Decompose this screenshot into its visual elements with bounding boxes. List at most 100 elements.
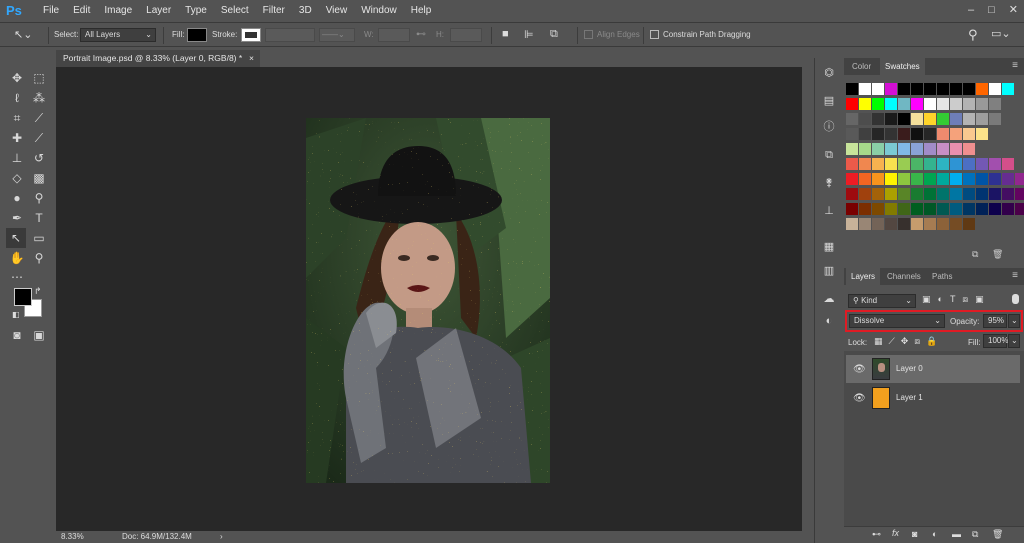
tab-color[interactable]: Color xyxy=(847,58,876,75)
menu-select[interactable]: Select xyxy=(214,0,256,21)
marquee-tool-icon[interactable]: ⬚ xyxy=(30,70,48,86)
swatch[interactable] xyxy=(898,158,910,170)
move-tool-icon[interactable]: ✥ xyxy=(8,70,26,86)
panel-menu-icon[interactable]: ≡ xyxy=(1012,270,1018,281)
swatch[interactable] xyxy=(976,203,988,215)
swatch[interactable] xyxy=(976,113,988,125)
document-tab[interactable]: Portrait Image.psd @ 8.33% (Layer 0, RGB… xyxy=(56,50,260,67)
swatch[interactable] xyxy=(846,173,858,185)
swatch[interactable] xyxy=(950,98,962,110)
swatch[interactable] xyxy=(859,98,871,110)
swatch[interactable] xyxy=(885,128,897,140)
stroke-width-field[interactable] xyxy=(265,28,315,42)
width-field[interactable] xyxy=(378,28,410,42)
swatch[interactable] xyxy=(859,173,871,185)
crop-tool-icon[interactable]: ⌗ xyxy=(8,110,26,126)
swatch[interactable] xyxy=(859,83,871,95)
swatch[interactable] xyxy=(885,158,897,170)
eraser-tool-icon[interactable]: ◇ xyxy=(8,170,26,186)
constrain-path-checkbox[interactable] xyxy=(650,30,659,39)
swatch[interactable] xyxy=(989,158,1001,170)
swatch[interactable] xyxy=(911,218,923,230)
swatch[interactable] xyxy=(885,218,897,230)
swatch[interactable] xyxy=(937,188,949,200)
adjustments-panel-icon[interactable]: ◐ xyxy=(822,314,836,328)
swatch[interactable] xyxy=(885,188,897,200)
character-panel-icon[interactable]: ⧉ xyxy=(822,148,836,162)
swatch[interactable] xyxy=(898,143,910,155)
layer-row-1[interactable]: 👁 Layer 1 xyxy=(846,384,1020,412)
menu-image[interactable]: Image xyxy=(97,0,139,21)
swatch[interactable] xyxy=(846,128,858,140)
tab-swatches[interactable]: Swatches xyxy=(880,58,925,75)
swatch[interactable] xyxy=(963,203,975,215)
swatch[interactable] xyxy=(898,128,910,140)
swatch[interactable] xyxy=(1002,188,1014,200)
menu-view[interactable]: View xyxy=(319,0,355,21)
trash-icon[interactable]: 🗑 xyxy=(992,249,1003,260)
panel-menu-icon[interactable]: ≡ xyxy=(1012,60,1018,71)
menu-window[interactable]: Window xyxy=(354,0,404,21)
swatch[interactable] xyxy=(872,113,884,125)
layer-name[interactable]: Layer 0 xyxy=(896,364,923,373)
swatch[interactable] xyxy=(859,113,871,125)
minimize-button[interactable]: – xyxy=(968,0,974,21)
swatch[interactable] xyxy=(924,98,936,110)
swatch[interactable] xyxy=(898,113,910,125)
path-operations-icon[interactable]: ■ xyxy=(502,28,509,40)
swatch[interactable] xyxy=(1015,188,1024,200)
swatch[interactable] xyxy=(885,113,897,125)
close-button[interactable]: ✕ xyxy=(1009,0,1018,21)
libraries-panel-icon[interactable]: ☁ xyxy=(822,292,836,306)
path-arrangement-icon[interactable]: ⧉ xyxy=(550,28,558,41)
swatch[interactable] xyxy=(1002,158,1014,170)
swatch[interactable] xyxy=(963,173,975,185)
zoom-level[interactable]: 8.33% xyxy=(61,531,84,543)
properties-panel-icon[interactable]: ▤ xyxy=(822,94,836,108)
swatch[interactable] xyxy=(898,98,910,110)
magic-wand-icon[interactable]: ⁂ xyxy=(30,90,48,106)
swatch[interactable] xyxy=(924,218,936,230)
swatch[interactable] xyxy=(859,143,871,155)
swatch[interactable] xyxy=(950,128,962,140)
path-selection-tool-preset-icon[interactable]: ↖⌄ xyxy=(14,28,40,43)
clone-source-icon[interactable]: ⊥ xyxy=(822,204,836,218)
swatch[interactable] xyxy=(950,188,962,200)
link-icon[interactable]: ⊷ xyxy=(416,29,426,40)
search-icon[interactable]: ⚲ xyxy=(968,27,978,43)
swatch[interactable] xyxy=(846,218,858,230)
swatch[interactable] xyxy=(963,143,975,155)
swatch[interactable] xyxy=(976,188,988,200)
rectangle-tool-icon[interactable]: ▭ xyxy=(30,230,48,246)
mask-icon[interactable]: ◙ xyxy=(912,529,917,539)
swatch[interactable] xyxy=(963,128,975,140)
menu-filter[interactable]: Filter xyxy=(256,0,292,21)
swatch[interactable] xyxy=(911,188,923,200)
swatch[interactable] xyxy=(846,98,858,110)
notes-panel-icon[interactable]: ▥ xyxy=(822,264,836,278)
swatch[interactable] xyxy=(924,188,936,200)
swatch[interactable] xyxy=(911,113,923,125)
swatch[interactable] xyxy=(976,83,988,95)
swatch[interactable] xyxy=(872,203,884,215)
swatch[interactable] xyxy=(989,113,1001,125)
swatch[interactable] xyxy=(924,173,936,185)
swatch[interactable] xyxy=(963,113,975,125)
swatch[interactable] xyxy=(989,173,1001,185)
swatch[interactable] xyxy=(898,83,910,95)
swatch[interactable] xyxy=(859,128,871,140)
swatch[interactable] xyxy=(950,218,962,230)
swatch[interactable] xyxy=(963,98,975,110)
chevron-right-icon[interactable]: › xyxy=(220,531,223,543)
eye-icon[interactable]: 👁 xyxy=(853,393,866,404)
info-panel-icon[interactable]: ⓘ xyxy=(822,120,836,134)
blend-mode-dropdown[interactable]: Dissolve ⌄ xyxy=(849,314,945,328)
swatch[interactable] xyxy=(859,158,871,170)
swatch[interactable] xyxy=(924,143,936,155)
swatch[interactable] xyxy=(872,158,884,170)
swatch[interactable] xyxy=(885,83,897,95)
fill-color-swatch[interactable] xyxy=(187,28,207,42)
swatch[interactable] xyxy=(924,83,936,95)
foreground-color-swatch[interactable] xyxy=(14,288,32,306)
trash-icon[interactable]: 🗑 xyxy=(992,529,1003,540)
